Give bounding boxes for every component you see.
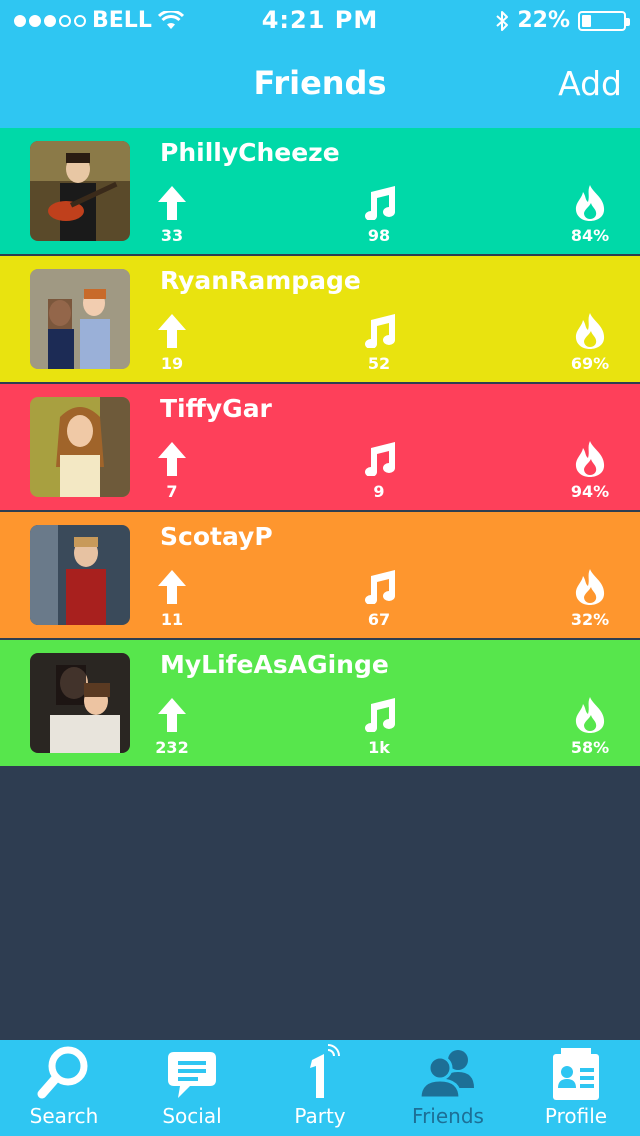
flame-icon bbox=[575, 441, 605, 477]
upvotes-count: 11 bbox=[160, 610, 184, 629]
search-icon bbox=[37, 1046, 88, 1099]
friends-list: PhillyCheeze 33 98 84% RyanRampage 19 52 bbox=[0, 128, 640, 768]
flame-icon bbox=[575, 569, 605, 605]
upvotes-stat: 232 bbox=[142, 696, 202, 757]
music-note-icon bbox=[365, 314, 395, 348]
hot-stat: 32% bbox=[560, 568, 620, 629]
battery-icon bbox=[578, 10, 630, 31]
party-one-icon bbox=[310, 1044, 340, 1098]
songs-count: 52 bbox=[367, 354, 391, 373]
flame-icon bbox=[575, 185, 605, 221]
friend-name: TiffyGar bbox=[160, 394, 272, 423]
tab-profile[interactable]: Profile bbox=[512, 1040, 640, 1136]
hot-percent: 84% bbox=[570, 226, 610, 245]
songs-count: 98 bbox=[367, 226, 391, 245]
hot-percent: 32% bbox=[570, 610, 610, 629]
songs-stat: 52 bbox=[349, 312, 409, 373]
friend-row[interactable]: TiffyGar 7 9 94% bbox=[0, 384, 640, 512]
friend-name: PhillyCheeze bbox=[160, 138, 340, 167]
upvotes-stat: 11 bbox=[142, 568, 202, 629]
songs-count: 1k bbox=[368, 738, 390, 757]
hot-stat: 94% bbox=[560, 440, 620, 501]
people-icon bbox=[418, 1050, 474, 1100]
friend-name: RyanRampage bbox=[160, 266, 361, 295]
hot-stat: 69% bbox=[560, 312, 620, 373]
bluetooth-icon bbox=[496, 10, 509, 31]
avatar bbox=[30, 653, 130, 753]
tab-friends[interactable]: Friends bbox=[384, 1040, 512, 1136]
songs-stat: 1k bbox=[349, 696, 409, 757]
friend-row[interactable]: ScotayP 11 67 32% bbox=[0, 512, 640, 640]
friend-row[interactable]: MyLifeAsAGinge 232 1k 58% bbox=[0, 640, 640, 768]
upvotes-stat: 33 bbox=[142, 184, 202, 245]
friend-name: MyLifeAsAGinge bbox=[160, 650, 389, 679]
music-note-icon bbox=[365, 698, 395, 732]
page-title: Friends bbox=[253, 64, 387, 102]
tab-bar: Search Social Party Friends Profile bbox=[0, 1040, 640, 1136]
flame-icon bbox=[575, 697, 605, 733]
up-arrow-icon bbox=[158, 698, 186, 732]
upvotes-stat: 19 bbox=[142, 312, 202, 373]
avatar bbox=[30, 525, 130, 625]
avatar bbox=[30, 269, 130, 369]
hot-stat: 58% bbox=[560, 696, 620, 757]
songs-count: 9 bbox=[373, 482, 385, 501]
friend-row[interactable]: RyanRampage 19 52 69% bbox=[0, 256, 640, 384]
add-friend-button[interactable]: Add bbox=[558, 64, 622, 103]
tab-label: Search bbox=[29, 1104, 99, 1128]
tab-label: Friends bbox=[412, 1104, 484, 1128]
songs-count: 67 bbox=[367, 610, 391, 629]
battery-fill bbox=[582, 14, 591, 27]
upvotes-stat: 7 bbox=[142, 440, 202, 501]
app-header: BELL 4:21 PM 22% Friends Add bbox=[0, 0, 640, 128]
battery-percent: 22% bbox=[517, 8, 570, 33]
avatar bbox=[30, 397, 130, 497]
friend-row[interactable]: PhillyCheeze 33 98 84% bbox=[0, 128, 640, 256]
avatar bbox=[30, 141, 130, 241]
music-note-icon bbox=[365, 442, 395, 476]
hot-percent: 69% bbox=[570, 354, 610, 373]
tab-label: Profile bbox=[544, 1104, 608, 1128]
status-right: 22% bbox=[495, 8, 630, 33]
music-note-icon bbox=[365, 186, 395, 220]
hot-percent: 94% bbox=[570, 482, 610, 501]
tab-search[interactable]: Search bbox=[0, 1040, 128, 1136]
music-note-icon bbox=[365, 570, 395, 604]
tab-social[interactable]: Social bbox=[128, 1040, 256, 1136]
status-bar: BELL 4:21 PM 22% bbox=[0, 0, 640, 40]
songs-stat: 67 bbox=[349, 568, 409, 629]
chat-bubble-icon bbox=[168, 1052, 216, 1098]
up-arrow-icon bbox=[158, 442, 186, 476]
upvotes-count: 19 bbox=[160, 354, 184, 373]
upvotes-count: 33 bbox=[160, 226, 184, 245]
hot-percent: 58% bbox=[570, 738, 610, 757]
songs-stat: 9 bbox=[349, 440, 409, 501]
tab-party[interactable]: Party bbox=[256, 1040, 384, 1136]
up-arrow-icon bbox=[158, 186, 186, 220]
upvotes-count: 232 bbox=[155, 738, 189, 757]
friend-name: ScotayP bbox=[160, 522, 273, 551]
flame-icon bbox=[575, 313, 605, 349]
id-card-icon bbox=[553, 1048, 599, 1100]
up-arrow-icon bbox=[158, 570, 186, 604]
tab-label: Party bbox=[294, 1104, 346, 1128]
up-arrow-icon bbox=[158, 314, 186, 348]
songs-stat: 98 bbox=[349, 184, 409, 245]
tab-label: Social bbox=[162, 1104, 222, 1128]
hot-stat: 84% bbox=[560, 184, 620, 245]
upvotes-count: 7 bbox=[166, 482, 178, 501]
